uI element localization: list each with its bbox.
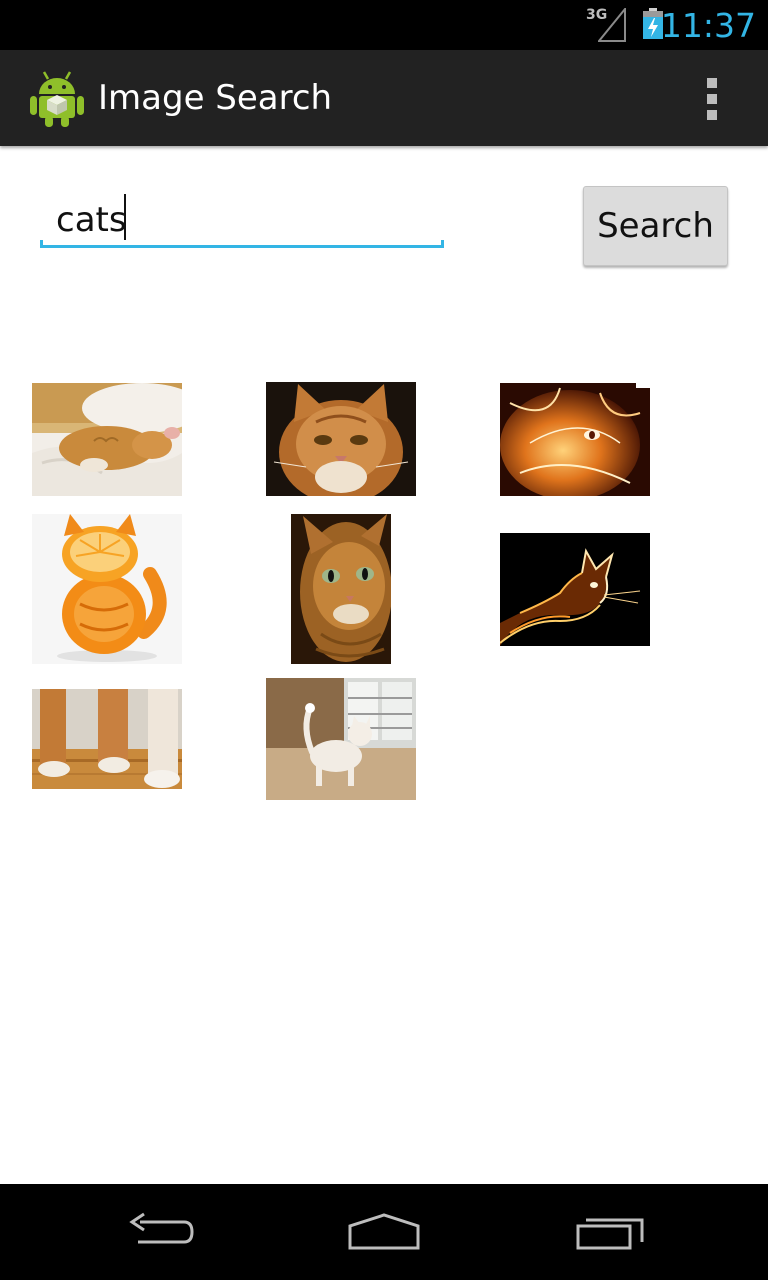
input-underline-tick	[441, 240, 444, 248]
overflow-menu-icon[interactable]	[696, 76, 728, 122]
cat-paws-on-floor-image	[32, 689, 182, 789]
cat-looking-up-image	[291, 514, 391, 664]
page-title: Image Search	[98, 78, 333, 118]
fractal-fire-cat-profile-image	[500, 533, 650, 646]
home-icon[interactable]	[346, 1212, 422, 1252]
result-thumbnail[interactable]	[32, 514, 182, 664]
android-icon[interactable]	[28, 68, 86, 128]
result-thumbnail[interactable]	[291, 514, 391, 664]
fractal-fire-cat-face-image	[500, 383, 650, 496]
result-thumbnail[interactable]	[500, 383, 650, 496]
white-cat-at-window-image	[266, 678, 416, 800]
signal-icon	[598, 8, 626, 42]
overflow-dot	[707, 94, 717, 104]
search-input[interactable]: cats	[40, 190, 444, 248]
overflow-dot	[707, 110, 717, 120]
search-query: cats	[56, 200, 127, 240]
navigation-bar	[0, 1184, 768, 1280]
status-bar: 3G 11:37	[0, 0, 768, 50]
network-indicator: 3G	[586, 7, 626, 42]
result-thumbnail[interactable]	[32, 689, 182, 789]
screen: 3G 11:37 Image Search cats Search	[0, 0, 768, 1280]
cat-sleeping-on-bed-image	[32, 383, 182, 496]
overflow-dot	[707, 78, 717, 88]
result-thumbnail[interactable]	[266, 678, 416, 800]
result-thumbnail[interactable]	[32, 383, 182, 496]
search-button[interactable]: Search	[583, 186, 728, 266]
result-thumbnail[interactable]	[500, 533, 650, 646]
text-caret	[124, 194, 126, 240]
orange-cat-face-image	[266, 382, 416, 496]
result-thumbnail[interactable]	[266, 382, 416, 496]
action-bar: Image Search	[0, 50, 768, 146]
clock: 11:37	[660, 6, 756, 45]
orange-fruit-cat-image	[32, 514, 182, 664]
recent-apps-icon[interactable]	[574, 1212, 646, 1252]
back-icon[interactable]	[124, 1212, 196, 1252]
input-underline	[40, 245, 444, 248]
